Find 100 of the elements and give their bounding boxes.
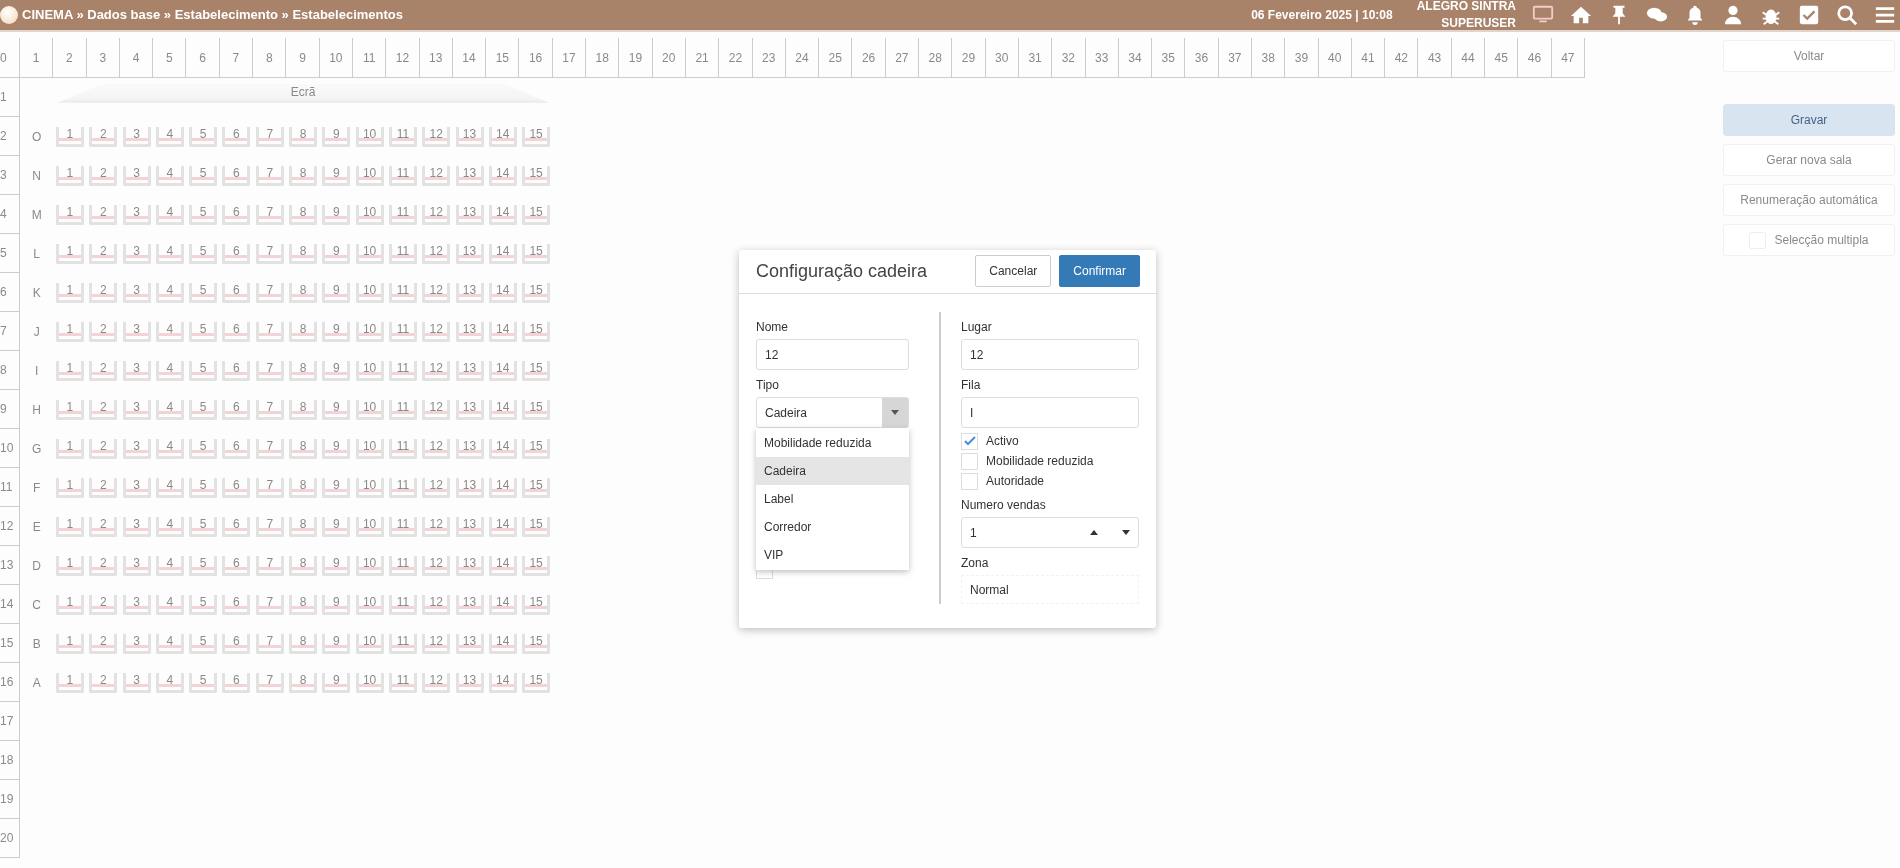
seat[interactable]: 4 — [155, 477, 184, 498]
seat[interactable]: 4 — [155, 204, 184, 225]
seat[interactable]: 2 — [89, 243, 118, 264]
seat[interactable]: 12 — [422, 633, 451, 654]
seat[interactable]: 13 — [455, 204, 484, 225]
seat[interactable]: 13 — [455, 633, 484, 654]
seat[interactable]: 14 — [488, 438, 517, 459]
seat[interactable]: 5 — [189, 126, 218, 147]
dropdown-item[interactable]: Cadeira — [756, 457, 909, 485]
seat[interactable]: 6 — [222, 204, 251, 225]
seat[interactable]: 2 — [89, 477, 118, 498]
seat[interactable]: 13 — [455, 165, 484, 186]
seat[interactable]: 10 — [355, 321, 384, 342]
user-icon[interactable] — [1722, 4, 1744, 26]
seat[interactable]: 2 — [89, 594, 118, 615]
seat[interactable]: 3 — [122, 594, 151, 615]
seat[interactable]: 14 — [488, 594, 517, 615]
side-button[interactable]: Gerar nova sala — [1723, 144, 1895, 176]
seat[interactable]: 10 — [355, 126, 384, 147]
seat[interactable]: 10 — [355, 477, 384, 498]
seat[interactable]: 10 — [355, 399, 384, 420]
seat[interactable]: 2 — [89, 360, 118, 381]
seat[interactable]: 1 — [55, 555, 84, 576]
seat[interactable]: 10 — [355, 360, 384, 381]
seat[interactable]: 3 — [122, 633, 151, 654]
seat[interactable]: 14 — [488, 321, 517, 342]
seat[interactable]: 9 — [322, 360, 351, 381]
seat[interactable]: 13 — [455, 477, 484, 498]
seat[interactable]: 10 — [355, 243, 384, 264]
seat[interactable]: 8 — [289, 321, 317, 342]
up-icon[interactable] — [1090, 530, 1098, 535]
seat[interactable]: 15 — [522, 594, 551, 615]
seat[interactable]: 1 — [55, 360, 84, 381]
seat[interactable]: 7 — [255, 672, 284, 693]
seat[interactable]: 8 — [289, 555, 317, 576]
seat[interactable]: 10 — [355, 555, 384, 576]
seat[interactable]: 1 — [55, 321, 84, 342]
seat[interactable]: 13 — [455, 516, 484, 537]
seat[interactable]: 11 — [388, 477, 417, 498]
seat[interactable]: 6 — [222, 243, 251, 264]
cancel-button[interactable]: Cancelar — [975, 255, 1052, 287]
seat[interactable]: 7 — [255, 360, 284, 381]
seat[interactable]: 4 — [155, 594, 184, 615]
seat[interactable]: 14 — [488, 516, 517, 537]
seat[interactable]: 11 — [388, 438, 417, 459]
seat[interactable]: 13 — [455, 126, 484, 147]
seat[interactable]: 15 — [522, 360, 551, 381]
seat[interactable]: 2 — [89, 204, 118, 225]
seat[interactable]: 5 — [189, 243, 218, 264]
seat[interactable]: 7 — [255, 555, 284, 576]
seat[interactable]: 11 — [388, 399, 417, 420]
seat[interactable]: 10 — [355, 438, 384, 459]
seat[interactable]: 1 — [55, 672, 84, 693]
seat[interactable]: 11 — [388, 243, 417, 264]
seat[interactable]: 4 — [155, 555, 184, 576]
seat[interactable]: 7 — [255, 594, 284, 615]
seat[interactable]: 12 — [422, 243, 451, 264]
seat[interactable]: 8 — [289, 516, 317, 537]
seat[interactable]: 12 — [422, 399, 451, 420]
seat[interactable]: 13 — [455, 438, 484, 459]
seat[interactable]: 14 — [488, 243, 517, 264]
seat[interactable]: 6 — [222, 165, 251, 186]
seat[interactable]: 15 — [522, 633, 551, 654]
seat[interactable]: 11 — [388, 594, 417, 615]
seat[interactable]: 5 — [189, 204, 218, 225]
seat[interactable]: 9 — [322, 438, 351, 459]
seat[interactable]: 7 — [255, 165, 284, 186]
seat[interactable]: 1 — [55, 204, 84, 225]
seat[interactable]: 9 — [322, 477, 351, 498]
dropdown-item[interactable]: Label — [756, 485, 909, 513]
seat[interactable]: 1 — [55, 477, 84, 498]
seat[interactable]: 14 — [488, 672, 517, 693]
zone-field[interactable]: Normal — [961, 575, 1139, 604]
seat[interactable]: 5 — [189, 399, 218, 420]
seat[interactable]: 12 — [422, 360, 451, 381]
seat[interactable]: 1 — [55, 282, 84, 303]
seat-field[interactable]: 12 — [961, 339, 1139, 370]
seat[interactable]: 10 — [355, 282, 384, 303]
seat[interactable]: 6 — [222, 672, 251, 693]
seat[interactable]: 11 — [388, 321, 417, 342]
seat[interactable]: 4 — [155, 243, 184, 264]
seat[interactable]: 9 — [322, 594, 351, 615]
seat[interactable]: 15 — [522, 204, 551, 225]
search-icon[interactable] — [1836, 4, 1858, 26]
seat[interactable]: 3 — [122, 321, 151, 342]
seat[interactable]: 15 — [522, 555, 551, 576]
dropdown-item[interactable]: Mobilidade reduzida — [756, 429, 909, 457]
seat[interactable]: 6 — [222, 594, 251, 615]
seat[interactable]: 11 — [388, 672, 417, 693]
seat[interactable]: 13 — [455, 243, 484, 264]
seat[interactable]: 9 — [322, 555, 351, 576]
dropdown-item[interactable]: Corredor — [756, 513, 909, 541]
seat[interactable]: 6 — [222, 360, 251, 381]
seat[interactable]: 5 — [189, 672, 218, 693]
seat[interactable]: 5 — [189, 633, 218, 654]
seat[interactable]: 3 — [122, 672, 151, 693]
seat[interactable]: 11 — [388, 282, 417, 303]
seat[interactable]: 8 — [289, 672, 317, 693]
confirm-button[interactable]: Confirmar — [1059, 255, 1140, 287]
seat[interactable]: 1 — [55, 399, 84, 420]
